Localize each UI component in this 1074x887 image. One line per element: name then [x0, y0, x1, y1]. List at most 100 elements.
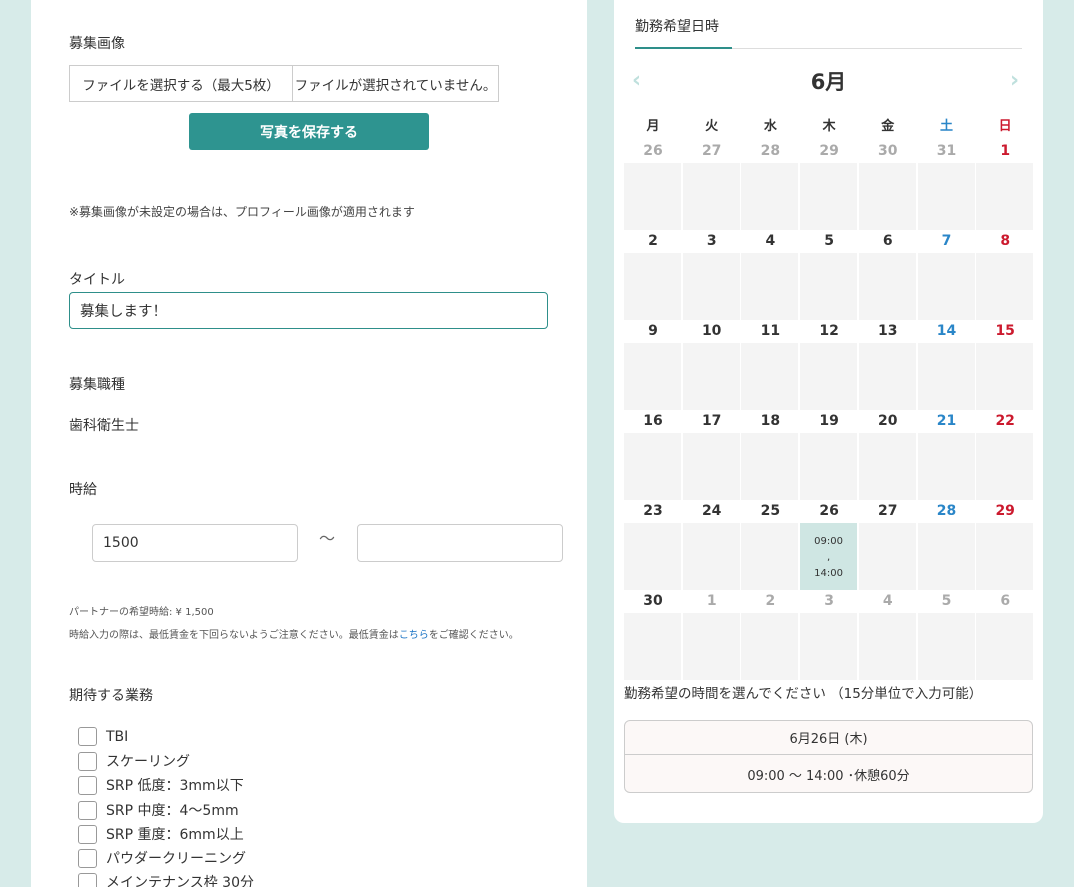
calendar-day-number: 5 — [941, 593, 952, 609]
task-label: SRP 中度：4〜5mm — [106, 803, 239, 819]
calendar-day-number: 28 — [936, 503, 957, 519]
calendar-day-number: 27 — [878, 503, 898, 519]
calendar-day-cell[interactable] — [858, 163, 916, 230]
job-label: 募集職種 — [69, 377, 125, 393]
calendar-day-number: 26 — [819, 503, 839, 519]
calendar-day-cell[interactable] — [976, 523, 1034, 590]
calendar-day-number: 18 — [760, 413, 781, 429]
calendar-day-cell[interactable] — [741, 253, 799, 320]
calendar-day-cell[interactable] — [741, 433, 799, 500]
calendar-day-cell[interactable] — [858, 433, 916, 500]
calendar-day-cell[interactable] — [624, 343, 681, 410]
calendar-day-number: 6 — [1000, 593, 1011, 609]
task-checkbox-row[interactable]: パウダークリーニング — [78, 848, 246, 868]
shift-time-end: 14:00 — [814, 568, 843, 579]
calendar-day-cell[interactable] — [741, 343, 799, 410]
calendar-day-number: 14 — [936, 323, 957, 339]
calendar-day-number: 29 — [995, 503, 1015, 519]
calendar-day-cell[interactable] — [624, 613, 681, 680]
shift-time-start: 09:00 — [814, 536, 843, 547]
calendar-day-cell[interactable] — [976, 433, 1034, 500]
min-wage-note-end: をご確認ください。 — [428, 630, 519, 641]
task-checkbox-row[interactable]: SRP 低度：3mm以下 — [78, 775, 244, 795]
calendar-day-number: 4 — [882, 593, 893, 609]
file-input[interactable]: ファイルを選択する（最大5枚） ファイルが選択されていません。 — [69, 65, 499, 102]
weekday-label: 木 — [822, 119, 836, 134]
calendar-day-cell[interactable] — [917, 613, 975, 680]
calendar-day-number: 13 — [878, 323, 898, 339]
checkbox[interactable] — [78, 727, 97, 746]
calendar-day-cell[interactable] — [682, 253, 740, 320]
calendar-day-cell[interactable] — [800, 613, 858, 680]
calendar-day-cell[interactable] — [624, 253, 681, 320]
calendar-day-number: 27 — [701, 143, 722, 159]
checkbox[interactable] — [78, 872, 97, 887]
selected-shift-summary[interactable]: 6月26日 (木) 09:00 〜 14:00 ･休憩60分 — [624, 720, 1033, 793]
calendar-day-cell[interactable] — [917, 253, 975, 320]
calendar-day-cell[interactable] — [917, 343, 975, 410]
task-checkbox-row[interactable]: TBI — [78, 727, 128, 746]
weekday-label: 日 — [998, 119, 1012, 134]
checkbox[interactable] — [78, 751, 97, 771]
calendar-day-cell[interactable] — [682, 163, 740, 230]
partner-wage-note: パートナーの希望時給: ¥ 1,500 — [69, 607, 214, 618]
image-note: ※募集画像が未設定の場合は、プロフィール画像が適用されます — [69, 205, 415, 219]
calendar-day-cell[interactable] — [741, 163, 799, 230]
calendar-day-cell[interactable] — [858, 253, 916, 320]
calendar-day-number: 8 — [1000, 233, 1011, 249]
tab-work-schedule[interactable]: 勤務希望日時 — [635, 16, 719, 36]
wage-max-input[interactable] — [357, 524, 563, 562]
calendar-day-number: 24 — [701, 503, 722, 519]
calendar-day-number: 7 — [941, 233, 952, 249]
calendar-day-number: 30 — [643, 593, 663, 609]
calendar-day-cell[interactable] — [682, 433, 740, 500]
wage-min-input[interactable]: 1500 — [92, 524, 298, 562]
task-checkbox-row[interactable]: SRP 中度：4〜5mm — [78, 800, 239, 820]
next-month-icon[interactable]: › — [1010, 68, 1019, 93]
calendar-day-cell[interactable] — [917, 163, 975, 230]
calendar-day-cell[interactable] — [976, 613, 1034, 680]
calendar-day-cell[interactable] — [800, 163, 858, 230]
task-checkbox-row[interactable]: SRP 重度：6mm以上 — [78, 824, 244, 844]
calendar-day-number: 23 — [643, 503, 663, 519]
wage-range-separator: 〜 — [319, 529, 336, 548]
task-label: SRP 低度：3mm以下 — [106, 778, 244, 794]
weekday-label: 土 — [939, 119, 953, 134]
weekday-label: 水 — [763, 119, 777, 134]
calendar-day-cell[interactable] — [800, 433, 858, 500]
calendar-day-cell[interactable] — [624, 163, 681, 230]
calendar-day-cell[interactable] — [800, 253, 858, 320]
calendar-day-cell[interactable] — [976, 253, 1034, 320]
file-select-button[interactable]: ファイルを選択する（最大5枚） — [70, 66, 293, 101]
calendar-day-cell[interactable] — [682, 343, 740, 410]
calendar-day-cell[interactable] — [741, 523, 799, 590]
calendar-day-cell[interactable] — [624, 523, 681, 590]
calendar-day-number: 31 — [936, 143, 957, 159]
min-wage-link[interactable]: こちら — [399, 630, 429, 641]
calendar-day-cell[interactable] — [917, 523, 975, 590]
task-checkbox-row[interactable]: メインテナンス枠 30分 — [78, 872, 254, 887]
task-checkbox-row[interactable]: スケーリング — [78, 751, 190, 771]
calendar-day-cell[interactable] — [741, 613, 799, 680]
save-photo-button[interactable]: 写真を保存する — [189, 113, 429, 150]
image-label: 募集画像 — [69, 36, 125, 52]
checkbox[interactable] — [78, 775, 97, 795]
calendar-day-number: 10 — [701, 323, 722, 339]
checkbox[interactable] — [78, 800, 97, 820]
calendar-day-cell[interactable] — [682, 613, 740, 680]
calendar-day-cell[interactable] — [976, 163, 1034, 230]
title-input[interactable]: 募集します！ — [69, 292, 548, 329]
calendar-day-number: 20 — [878, 413, 898, 429]
calendar-day-cell[interactable] — [682, 523, 740, 590]
calendar-month: 6月 — [810, 70, 847, 94]
calendar-day-cell[interactable] — [976, 343, 1034, 410]
calendar-day-cell[interactable] — [858, 523, 916, 590]
summary-time: 09:00 〜 14:00 ･休憩60分 — [747, 768, 910, 784]
calendar-day-cell[interactable] — [858, 343, 916, 410]
calendar-day-cell[interactable] — [917, 433, 975, 500]
calendar-day-cell[interactable] — [624, 433, 681, 500]
calendar-day-cell[interactable] — [800, 343, 858, 410]
checkbox[interactable] — [78, 848, 97, 868]
checkbox[interactable] — [78, 824, 97, 844]
calendar-day-cell[interactable] — [858, 613, 916, 680]
